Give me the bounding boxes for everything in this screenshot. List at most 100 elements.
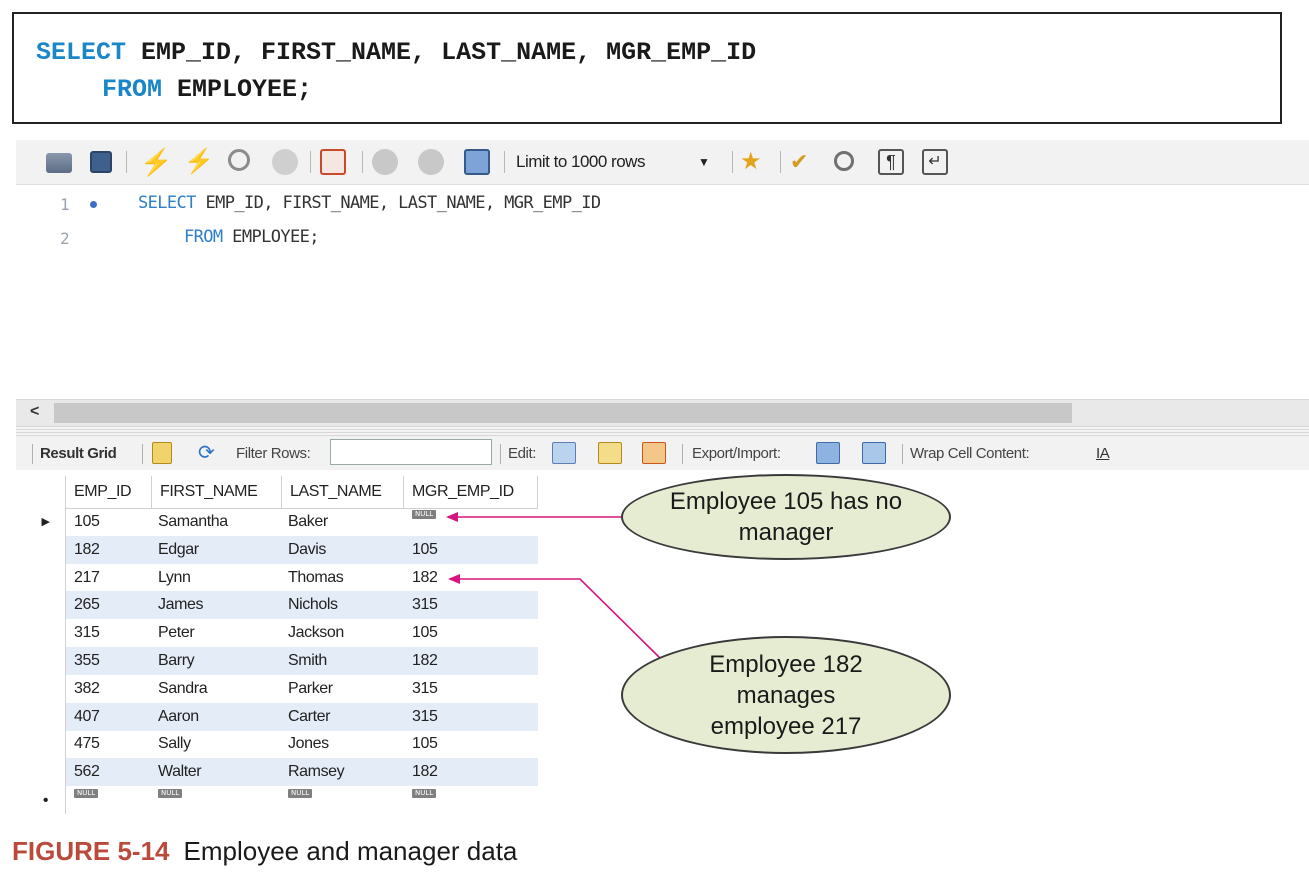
invisibles-icon[interactable]: ¶ [878, 149, 904, 175]
cell-last-name[interactable]: Jones [288, 730, 329, 758]
table-row[interactable]: 217 Lynn Thomas 182 [26, 563, 538, 592]
cell-emp-id[interactable]: 355 [74, 647, 100, 675]
table-row[interactable]: 265 James Nichols 315 [26, 591, 538, 620]
cell-first-name[interactable]: Samantha [158, 508, 228, 536]
beautify-icon[interactable]: ✔ [790, 149, 816, 175]
cell-last-name[interactable]: Davis [288, 536, 326, 564]
cell-first-name[interactable]: Walter [158, 758, 202, 786]
cell-first-name[interactable]: James [158, 591, 204, 619]
add-row-icon[interactable] [598, 442, 622, 464]
execute-current-icon[interactable]: ⚡ [184, 149, 214, 175]
cell-emp-id[interactable]: 315 [74, 619, 100, 647]
cell-emp-id[interactable]: NULL [74, 786, 99, 814]
cell-mgr-emp-id[interactable]: NULL [412, 786, 437, 814]
row-header[interactable] [26, 674, 66, 703]
filter-rows-input[interactable] [330, 439, 492, 465]
table-row[interactable]: 407 Aaron Carter 315 [26, 702, 538, 731]
wrap-cell-icon[interactable]: IA [1096, 445, 1110, 462]
table-row[interactable]: 382 Sandra Parker 315 [26, 674, 538, 703]
explain-icon[interactable] [228, 149, 250, 171]
cell-first-name[interactable]: Edgar [158, 536, 199, 564]
cell-last-name[interactable]: Smith [288, 647, 327, 675]
sql-editor[interactable]: 1 SELECT EMP_ID, FIRST_NAME, LAST_NAME, … [16, 185, 1309, 400]
cell-mgr-emp-id[interactable]: 315 [412, 703, 438, 731]
cell-emp-id[interactable]: 217 [74, 564, 100, 592]
column-header-emp-id[interactable]: EMP_ID [66, 476, 152, 508]
cell-first-name[interactable]: Lynn [158, 564, 191, 592]
table-row[interactable]: 182 Edgar Davis 105 [26, 535, 538, 564]
scroll-left-icon[interactable]: < [30, 403, 39, 421]
open-folder-icon[interactable] [46, 153, 72, 173]
table-row[interactable]: 475 Sally Jones 105 [26, 730, 538, 759]
cell-mgr-emp-id[interactable]: NULL [412, 508, 437, 536]
cell-last-name[interactable]: Thomas [288, 564, 344, 592]
cell-emp-id[interactable]: 407 [74, 703, 100, 731]
cell-emp-id[interactable]: 265 [74, 591, 100, 619]
find-icon[interactable] [834, 151, 854, 171]
cell-last-name[interactable]: Nichols [288, 591, 338, 619]
column-header-last-name[interactable]: LAST_NAME [282, 476, 404, 508]
autocommit-icon[interactable] [464, 149, 490, 175]
cell-emp-id[interactable]: 562 [74, 758, 100, 786]
commit-icon[interactable] [372, 149, 398, 175]
new-row[interactable]: • NULL NULL NULL NULL [26, 786, 538, 814]
cell-first-name[interactable]: NULL [158, 786, 183, 814]
row-header[interactable] [26, 619, 66, 648]
cell-mgr-emp-id[interactable]: 105 [412, 536, 438, 564]
cell-last-name[interactable]: Jackson [288, 619, 344, 647]
cell-mgr-emp-id[interactable]: 105 [412, 730, 438, 758]
table-row[interactable]: 355 Barry Smith 182 [26, 647, 538, 675]
result-grid-tab[interactable]: Result Grid [40, 445, 117, 462]
execute-icon[interactable]: ⚡ [140, 149, 172, 175]
cell-emp-id[interactable]: 475 [74, 730, 100, 758]
row-header[interactable] [26, 730, 66, 759]
cell-mgr-emp-id[interactable]: 182 [412, 758, 438, 786]
cell-first-name[interactable]: Aaron [158, 703, 199, 731]
row-header[interactable]: ▶ [26, 508, 66, 536]
wrap-icon[interactable]: ↵ [922, 149, 948, 175]
cell-first-name[interactable]: Peter [158, 619, 195, 647]
cell-last-name[interactable]: Baker [288, 508, 328, 536]
row-header[interactable] [26, 647, 66, 675]
cell-mgr-emp-id[interactable]: 182 [412, 564, 438, 592]
pane-splitter[interactable] [16, 426, 1309, 436]
cell-emp-id[interactable]: 105 [74, 508, 100, 536]
refresh-icon[interactable]: ⟳ [198, 440, 215, 465]
cell-last-name[interactable]: NULL [288, 786, 313, 814]
cell-mgr-emp-id[interactable]: 315 [412, 675, 438, 703]
table-row[interactable]: 315 Peter Jackson 105 [26, 619, 538, 648]
stop-icon[interactable] [272, 149, 298, 175]
table-row[interactable]: ▶ 105 Samantha Baker NULL [26, 508, 538, 536]
scrollbar-thumb[interactable] [54, 403, 1072, 423]
edit-row-icon[interactable] [552, 442, 576, 464]
export-icon[interactable] [816, 442, 840, 464]
cell-last-name[interactable]: Carter [288, 703, 330, 731]
cell-first-name[interactable]: Sandra [158, 675, 208, 703]
import-icon[interactable] [862, 442, 886, 464]
cell-first-name[interactable]: Barry [158, 647, 195, 675]
cell-first-name[interactable]: Sally [158, 730, 191, 758]
error-toggle-icon[interactable] [320, 149, 346, 175]
cell-last-name[interactable]: Ramsey [288, 758, 345, 786]
row-header[interactable] [26, 563, 66, 592]
grid-view-icon[interactable] [152, 442, 172, 464]
cell-mgr-emp-id[interactable]: 105 [412, 619, 438, 647]
table-row[interactable]: 562 Walter Ramsey 182 [26, 758, 538, 787]
horizontal-scrollbar[interactable]: < [16, 399, 1309, 427]
cell-mgr-emp-id[interactable]: 315 [412, 591, 438, 619]
row-header[interactable] [26, 702, 66, 731]
limit-rows-select[interactable]: Limit to 1000 rows ▼ [516, 149, 738, 175]
row-header[interactable] [26, 758, 66, 787]
bookmark-icon[interactable]: ★ [740, 149, 766, 175]
row-header[interactable] [26, 535, 66, 564]
row-header[interactable]: • [26, 786, 66, 814]
cell-emp-id[interactable]: 182 [74, 536, 100, 564]
row-header[interactable] [26, 591, 66, 620]
column-header-mgr-emp-id[interactable]: MGR_EMP_ID [404, 476, 538, 508]
cell-emp-id[interactable]: 382 [74, 675, 100, 703]
save-icon[interactable] [90, 151, 112, 173]
rollback-icon[interactable] [418, 149, 444, 175]
column-header-first-name[interactable]: FIRST_NAME [152, 476, 282, 508]
delete-row-icon[interactable] [642, 442, 666, 464]
cell-last-name[interactable]: Parker [288, 675, 333, 703]
